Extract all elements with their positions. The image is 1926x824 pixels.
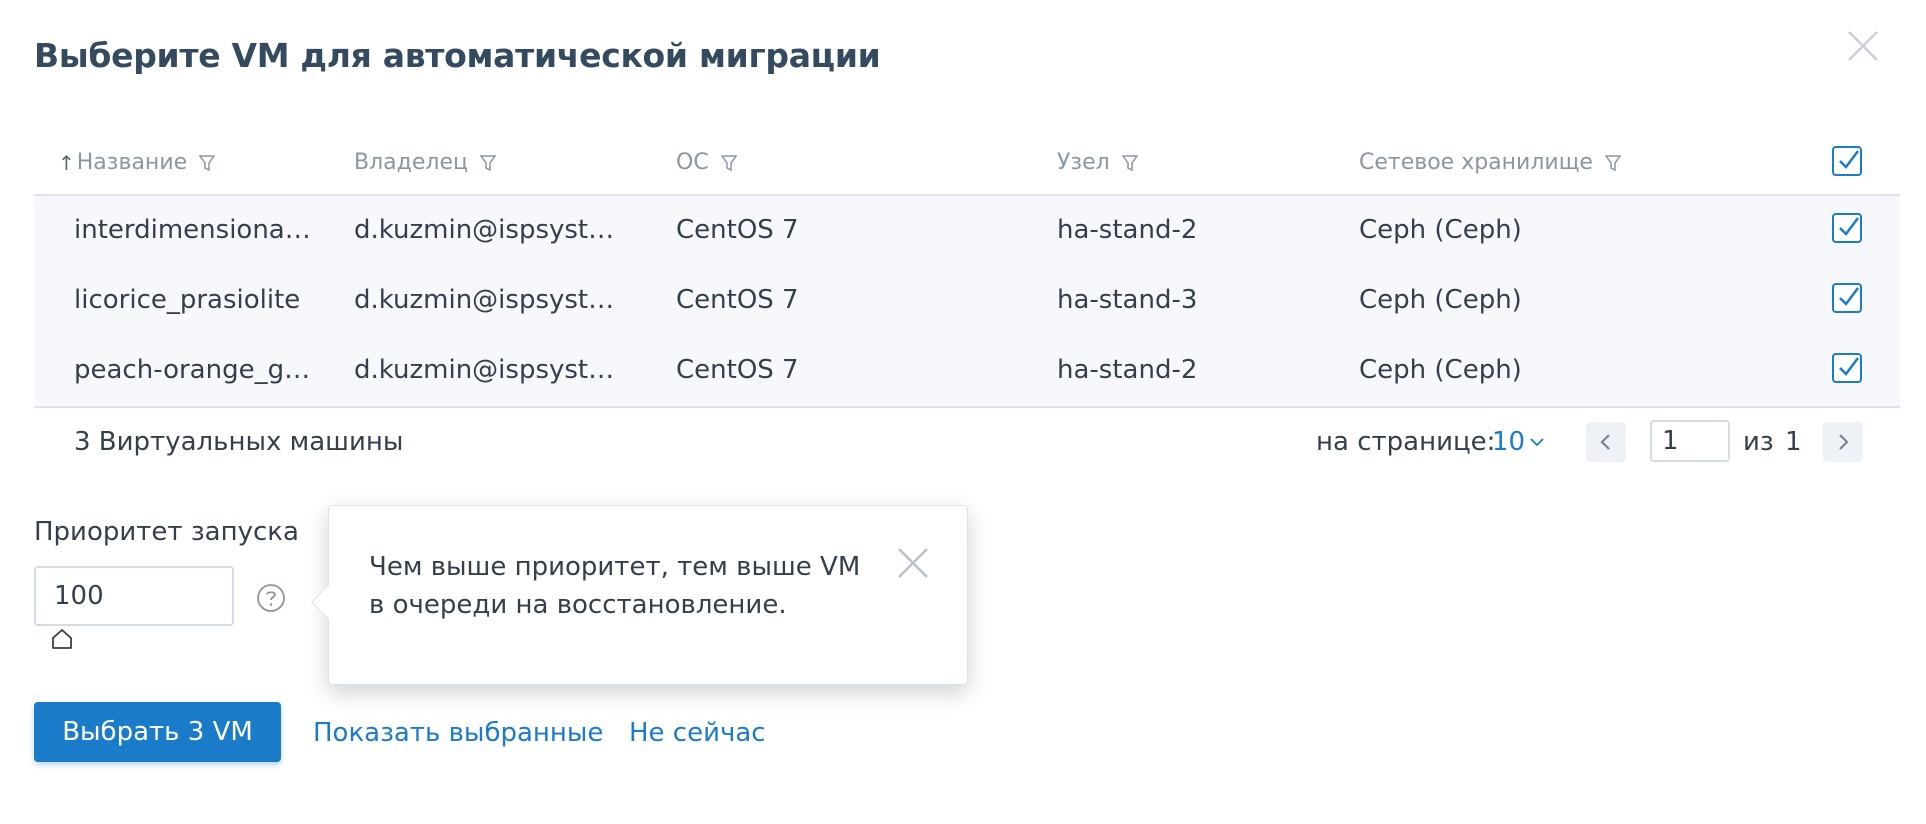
table-row[interactable]: interdimensiona… d.kuzmin@ispsyste… Cent… bbox=[34, 196, 1900, 266]
table-body: interdimensiona… d.kuzmin@ispsyste… Cent… bbox=[34, 196, 1900, 408]
column-label: Название bbox=[76, 150, 188, 175]
cell-owner: d.kuzmin@ispsyste… bbox=[354, 355, 619, 385]
column-label: Владелец bbox=[354, 150, 468, 175]
cell-os: CentOS 7 bbox=[676, 215, 799, 245]
checkmark-icon bbox=[1839, 217, 1859, 236]
column-header-name[interactable]: ↑ Название bbox=[58, 150, 304, 175]
page-of-label: из bbox=[1743, 427, 1774, 457]
not-now-link[interactable]: Не сейчас bbox=[629, 718, 766, 748]
help-icon[interactable] bbox=[256, 583, 286, 613]
filter-icon[interactable] bbox=[1121, 154, 1138, 172]
cell-owner: d.kuzmin@ispsyste… bbox=[354, 285, 619, 315]
filter-icon[interactable] bbox=[720, 154, 737, 172]
checkmark-icon bbox=[1839, 287, 1859, 306]
priority-tooltip: Чем выше приоритет, тем выше VM в очеред… bbox=[311, 505, 968, 685]
cell-os: CentOS 7 bbox=[676, 355, 799, 385]
column-label: ОС bbox=[676, 150, 709, 175]
table-row[interactable]: licorice_prasiolite d.kuzmin@ispsyste… C… bbox=[34, 266, 1900, 336]
cell-name: licorice_prasiolite bbox=[74, 285, 301, 315]
cell-owner: d.kuzmin@ispsyste… bbox=[354, 215, 619, 245]
cell-storage: Ceph (Ceph) bbox=[1359, 355, 1522, 385]
column-header-os[interactable]: ОС bbox=[676, 150, 1006, 175]
cell-node: ha-stand-2 bbox=[1057, 355, 1198, 385]
close-icon[interactable] bbox=[895, 545, 931, 581]
table-footer: 3 Виртуальных машины на странице: 10 из … bbox=[34, 408, 1900, 474]
checkmark-icon bbox=[1839, 357, 1859, 376]
column-label: Сетевое хранилище bbox=[1359, 150, 1593, 175]
dialog-title: Выберите VM для автоматической миграции bbox=[34, 36, 881, 75]
column-label: Узел bbox=[1057, 150, 1110, 175]
table-row[interactable]: peach-orange_g… d.kuzmin@ispsyste… CentO… bbox=[34, 336, 1900, 406]
priority-input[interactable] bbox=[34, 566, 234, 626]
close-icon[interactable] bbox=[1843, 26, 1883, 66]
row-checkbox[interactable] bbox=[1832, 213, 1862, 243]
checkmark-icon bbox=[1839, 150, 1859, 169]
vm-count-label: 3 Виртуальных машины bbox=[74, 427, 404, 457]
row-checkbox[interactable] bbox=[1832, 353, 1862, 383]
prev-page-button[interactable] bbox=[1586, 422, 1626, 462]
vm-table: ↑ Название Владелец ОС Узел Сетевое хран… bbox=[34, 132, 1900, 474]
column-header-owner[interactable]: Владелец bbox=[354, 150, 619, 175]
column-header-storage[interactable]: Сетевое хранилище bbox=[1359, 150, 1659, 175]
cell-name: interdimensiona… bbox=[74, 215, 311, 245]
chevron-right-icon bbox=[1839, 434, 1849, 450]
tooltip-arrow bbox=[311, 585, 345, 619]
chevron-left-icon bbox=[1600, 434, 1610, 450]
next-page-button[interactable] bbox=[1823, 422, 1863, 462]
page-number-input[interactable] bbox=[1650, 420, 1730, 462]
cell-os: CentOS 7 bbox=[676, 285, 799, 315]
select-all-checkbox[interactable] bbox=[1832, 146, 1862, 176]
show-selected-link[interactable]: Показать выбранные bbox=[313, 718, 603, 748]
sort-asc-icon: ↑ bbox=[58, 150, 75, 175]
cell-storage: Ceph (Ceph) bbox=[1359, 285, 1522, 315]
tooltip-text: Чем выше приоритет, тем выше VM в очеред… bbox=[369, 552, 861, 620]
row-checkbox[interactable] bbox=[1832, 283, 1862, 313]
select-vms-button[interactable]: Выбрать 3 VM bbox=[34, 702, 281, 762]
priority-label: Приоритет запуска bbox=[34, 517, 299, 547]
filter-icon[interactable] bbox=[479, 154, 496, 172]
per-page-label: на странице: bbox=[1316, 427, 1496, 457]
column-header-node[interactable]: Узел bbox=[1057, 150, 1307, 175]
cell-node: ha-stand-2 bbox=[1057, 215, 1198, 245]
home-icon bbox=[52, 629, 72, 649]
cell-storage: Ceph (Ceph) bbox=[1359, 215, 1522, 245]
page-total: 1 bbox=[1785, 427, 1802, 457]
cell-node: ha-stand-3 bbox=[1057, 285, 1198, 315]
cell-name: peach-orange_g… bbox=[74, 355, 311, 385]
filter-icon[interactable] bbox=[1604, 154, 1621, 172]
per-page-select[interactable]: 10 bbox=[1492, 427, 1525, 457]
table-header: ↑ Название Владелец ОС Узел Сетевое хран… bbox=[34, 132, 1900, 196]
chevron-down-icon[interactable] bbox=[1529, 436, 1545, 448]
filter-icon[interactable] bbox=[199, 154, 216, 172]
